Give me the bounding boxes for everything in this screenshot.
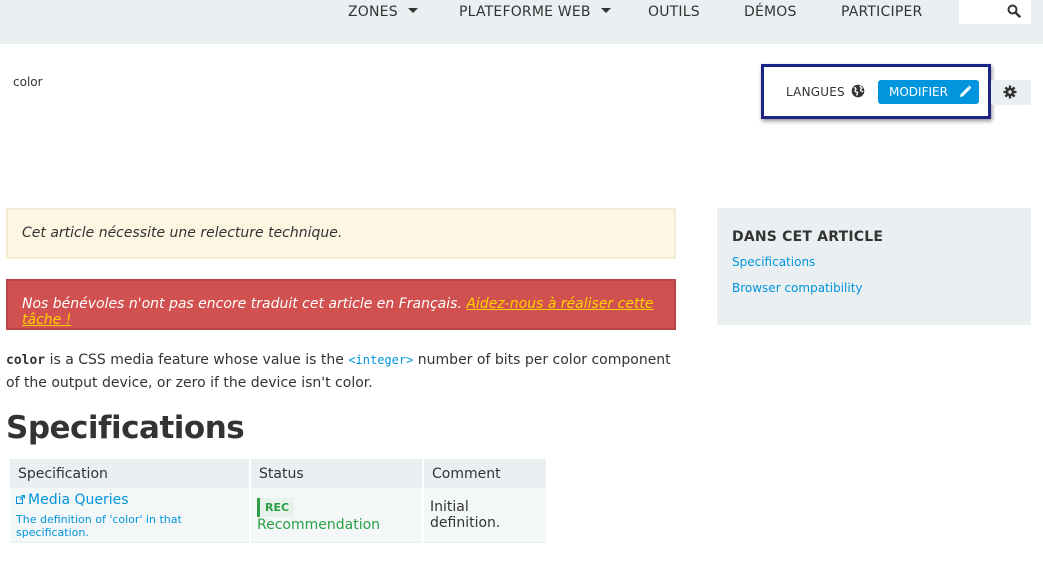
- toc-link-specifications[interactable]: Specifications: [732, 255, 1016, 269]
- translation-notice: Nos bénévoles n'ont pas encore traduit c…: [6, 279, 676, 330]
- breadcrumb[interactable]: color: [13, 75, 43, 89]
- specifications-heading: Specifications: [6, 410, 245, 446]
- column-header-specification: Specification: [10, 459, 249, 488]
- nav-item-label: DÉMOS: [744, 4, 797, 20]
- nav-item-demos[interactable]: DÉMOS: [744, 4, 797, 20]
- column-header-comment: Comment: [424, 459, 546, 488]
- spec-description-link[interactable]: The definition of 'color' in that specif…: [16, 513, 243, 539]
- edit-button-label: MODIFIER: [889, 85, 948, 99]
- caret-down-icon: [600, 7, 611, 13]
- globe-icon[interactable]: [851, 84, 865, 98]
- pencil-icon: [959, 85, 972, 97]
- nav-item-outils[interactable]: OUTILS: [648, 4, 700, 20]
- nav-item-zones[interactable]: ZONES: [348, 4, 418, 20]
- search-button[interactable]: [959, 0, 1031, 24]
- caret-down-icon: [407, 7, 418, 13]
- nav-item-label: OUTILS: [648, 4, 700, 20]
- table-row: Media Queries The definition of 'color' …: [10, 488, 546, 543]
- nav-item-label: PLATEFORME WEB: [459, 4, 591, 20]
- nav-item-plateforme-web[interactable]: PLATEFORME WEB: [459, 4, 611, 20]
- settings-button[interactable]: [991, 80, 1031, 105]
- status-label: Recommendation: [257, 516, 381, 533]
- toc-link-browser-compatibility[interactable]: Browser compatibility: [732, 281, 1016, 295]
- gear-icon: [1003, 85, 1017, 99]
- intro-text-1: is a CSS media feature whose value is th…: [45, 352, 349, 368]
- column-header-status: Status: [251, 459, 422, 488]
- nav-item-participer[interactable]: PARTICIPER: [841, 4, 922, 20]
- translation-notice-text: Nos bénévoles n'ont pas encore traduit c…: [22, 296, 467, 312]
- intro-paragraph: color is a CSS media feature whose value…: [6, 349, 678, 394]
- status-cell: RECRecommendation: [251, 488, 422, 543]
- feature-name-code: color: [6, 353, 46, 368]
- table-of-contents: DANS CET ARTICLE Specifications Browser …: [717, 208, 1031, 325]
- spec-link[interactable]: Media Queries: [28, 492, 129, 508]
- technical-review-notice: Cet article nécessite une relecture tech…: [6, 208, 676, 259]
- languages-button[interactable]: LANGUES: [786, 85, 845, 99]
- search-icon: [1007, 4, 1021, 18]
- edit-button[interactable]: MODIFIER: [878, 80, 979, 104]
- status-badge: REC: [257, 497, 295, 517]
- top-nav: ZONES PLATEFORME WEB OUTILS DÉMOS PARTIC…: [0, 0, 1043, 44]
- integer-link[interactable]: <integer>: [348, 353, 413, 367]
- nav-item-label: ZONES: [348, 4, 398, 20]
- specifications-table: Specification Status Comment Media Queri…: [8, 459, 548, 543]
- table-header-row: Specification Status Comment: [10, 459, 546, 488]
- nav-item-label: PARTICIPER: [841, 4, 923, 20]
- comment-cell: Initial definition.: [424, 488, 546, 543]
- spec-cell: Media Queries The definition of 'color' …: [10, 488, 249, 543]
- external-link-icon: [16, 494, 25, 504]
- toc-title: DANS CET ARTICLE: [732, 229, 884, 245]
